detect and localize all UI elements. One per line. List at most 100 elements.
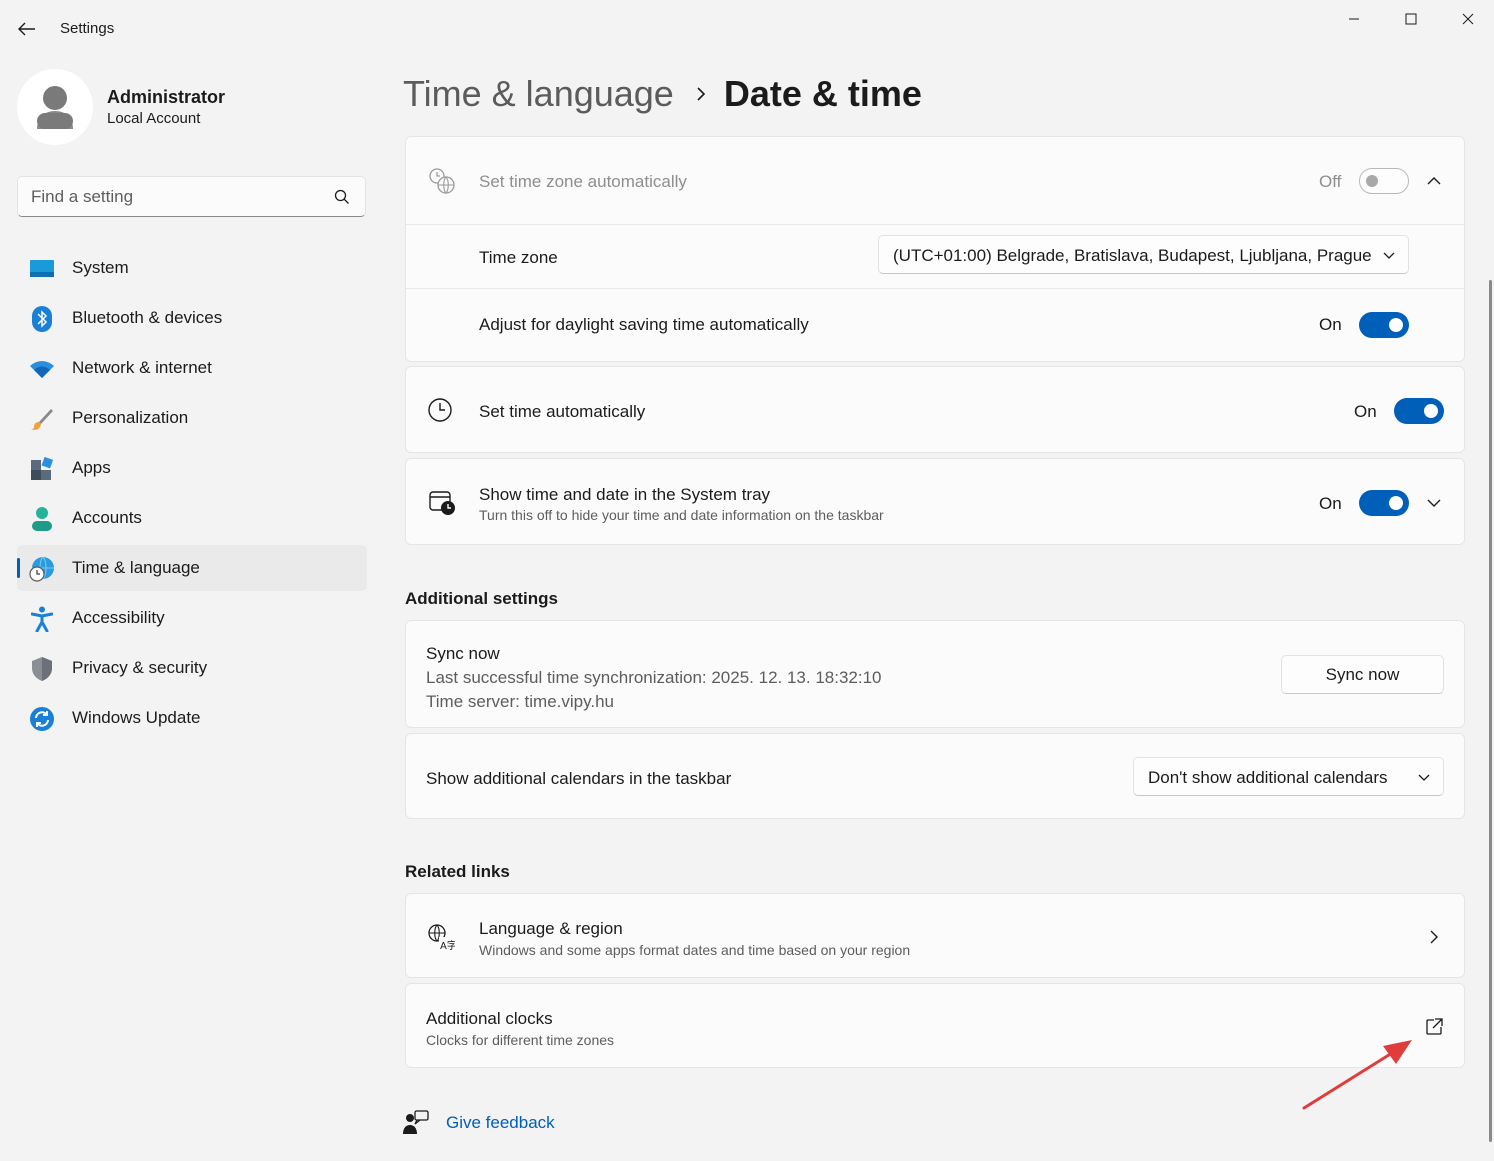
additional-clocks-link[interactable]: Additional clocks Clocks for different t… (405, 983, 1465, 1068)
calendars-dropdown[interactable]: Don't show additional calendars (1133, 757, 1444, 796)
system-icon (29, 256, 55, 282)
set-time-label: Set time automatically (479, 402, 646, 421)
sidebar-item-label: Apps (72, 458, 111, 477)
sync-now-button[interactable]: Sync now (1281, 655, 1444, 694)
sidebar-item-time-language[interactable]: Time & language (17, 545, 367, 591)
calendars-card: Show additional calendars in the taskbar… (405, 733, 1465, 819)
language-region-link[interactable]: A字 Language & region Windows and some ap… (405, 893, 1465, 978)
user-profile[interactable]: Administrator Local Account (17, 69, 367, 145)
chevron-right-icon (696, 86, 706, 102)
accessibility-icon (29, 606, 55, 632)
collapse-button[interactable] (1419, 166, 1449, 196)
shield-icon (29, 656, 55, 682)
minimize-icon (1349, 18, 1359, 20)
timezone-value: (UTC+01:00) Belgrade, Bratislava, Budape… (893, 246, 1372, 265)
user-icon (37, 86, 73, 129)
chevron-down-icon (1427, 499, 1441, 507)
chevron-up-icon (1427, 177, 1441, 185)
systray-label: Show time and date in the System tray (479, 485, 771, 504)
chevron-down-icon (1418, 774, 1430, 781)
dst-toggle[interactable] (1359, 312, 1409, 338)
sync-card: Sync now Last successful time synchroniz… (405, 620, 1465, 728)
set-time-state: On (1354, 402, 1377, 421)
svg-text:A字: A字 (440, 939, 455, 951)
update-icon (29, 706, 55, 732)
set-time-toggle[interactable] (1394, 398, 1444, 424)
accounts-icon (29, 506, 55, 532)
calendars-label: Show additional calendars in the taskbar (426, 769, 732, 788)
sidebar-item-label: Windows Update (72, 708, 201, 727)
additional-clocks-description: Clocks for different time zones (426, 1032, 615, 1048)
close-button[interactable] (1445, 4, 1491, 34)
language-region-description: Windows and some apps format dates and t… (479, 942, 911, 958)
avatar (17, 69, 93, 145)
sync-title: Sync now (426, 644, 500, 663)
breadcrumb-parent[interactable]: Time & language (403, 73, 674, 115)
close-icon (1462, 13, 1474, 25)
breadcrumb: Time & language Date & time (403, 70, 922, 118)
sidebar-item-privacy[interactable]: Privacy & security (17, 645, 367, 691)
back-arrow-icon (18, 22, 35, 36)
sidebar-item-label: Network & internet (72, 358, 212, 377)
auto-timezone-label: Set time zone automatically (479, 172, 687, 191)
sidebar-item-label: Accounts (72, 508, 142, 527)
calendar-clock-icon (428, 488, 456, 516)
language-icon: A字 (427, 923, 455, 951)
auto-timezone-row[interactable]: Set time zone automatically Off (406, 137, 1464, 224)
search-input[interactable] (31, 186, 321, 208)
sidebar-item-label: System (72, 258, 129, 277)
sidebar-item-apps[interactable]: Apps (17, 445, 367, 491)
sidebar-item-windows-update[interactable]: Windows Update (17, 695, 367, 741)
title-bar: Settings (0, 0, 1494, 60)
wifi-icon (29, 356, 55, 382)
page-title: Date & time (723, 73, 922, 114)
sidebar-item-label: Time & language (72, 558, 200, 577)
globe-clock-icon (29, 556, 55, 582)
maximize-button[interactable] (1388, 4, 1434, 34)
minimize-button[interactable] (1331, 4, 1377, 34)
feedback: Give feedback (403, 1108, 555, 1138)
dst-label: Adjust for daylight saving time automati… (479, 315, 809, 334)
sidebar-item-accounts[interactable]: Accounts (17, 495, 367, 541)
related-links-heading: Related links (405, 862, 510, 881)
sidebar-item-label: Privacy & security (72, 658, 208, 677)
search-icon[interactable] (333, 188, 351, 206)
language-region-title: Language & region (479, 919, 623, 938)
chevron-down-icon (1383, 252, 1395, 259)
app-title: Settings (60, 20, 115, 37)
auto-timezone-toggle[interactable] (1359, 168, 1409, 194)
clock-icon (426, 396, 454, 424)
last-sync-text: Last successful time synchronization: 20… (426, 668, 882, 687)
timezone-label: Time zone (479, 248, 558, 267)
search-box (17, 176, 366, 217)
globe-clock-icon (428, 167, 456, 195)
chevron-right-icon (1419, 922, 1449, 952)
sidebar-item-bluetooth[interactable]: Bluetooth & devices (17, 295, 367, 341)
time-server-text: Time server: time.vipy.hu (426, 692, 614, 711)
sidebar-item-network[interactable]: Network & internet (17, 345, 367, 391)
sidebar-item-label: Accessibility (72, 608, 165, 627)
timezone-dropdown[interactable]: (UTC+01:00) Belgrade, Bratislava, Budape… (878, 235, 1409, 274)
back-button[interactable] (12, 14, 42, 44)
sidebar-item-personalization[interactable]: Personalization (17, 395, 367, 441)
profile-account-type: Local Account (107, 110, 201, 127)
set-time-card: Set time automatically On (405, 366, 1465, 453)
systray-toggle[interactable] (1359, 490, 1409, 516)
calendars-value: Don't show additional calendars (1148, 768, 1388, 787)
apps-icon (29, 456, 55, 482)
profile-name: Administrator (107, 87, 226, 107)
give-feedback-link[interactable]: Give feedback (446, 1113, 555, 1133)
external-link-icon (1419, 1012, 1449, 1042)
dst-row: Adjust for daylight saving time automati… (406, 289, 1464, 361)
sidebar-item-accessibility[interactable]: Accessibility (17, 595, 367, 641)
additional-clocks-title: Additional clocks (426, 1009, 553, 1028)
scrollbar-thumb[interactable] (1489, 280, 1492, 1142)
auto-timezone-state: Off (1319, 172, 1342, 191)
expand-button[interactable] (1419, 488, 1449, 518)
systray-description: Turn this off to hide your time and date… (479, 507, 884, 523)
maximize-icon (1405, 13, 1417, 25)
systray-card: Show time and date in the System tray Tu… (405, 458, 1465, 545)
sidebar-item-label: Bluetooth & devices (72, 308, 223, 327)
sidebar-item-system[interactable]: System (17, 245, 367, 291)
feedback-icon (403, 1110, 429, 1134)
